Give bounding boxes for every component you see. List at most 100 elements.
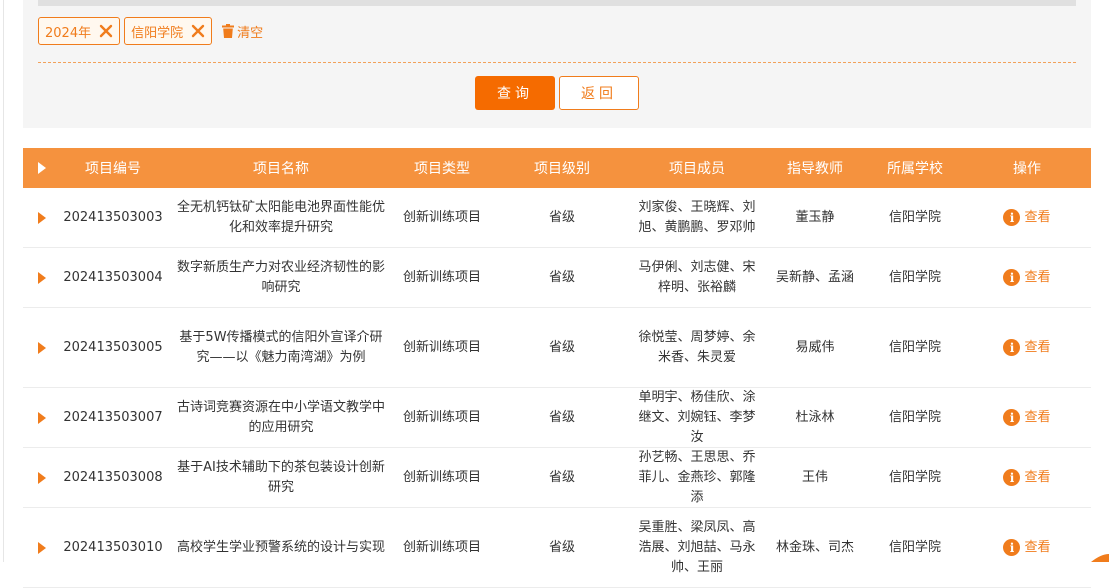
cell-action: i 查看	[963, 388, 1091, 447]
query-button[interactable]: 查询	[475, 76, 555, 110]
cell-project-name: 数字新质生产力对农业经济韧性的影响研究	[176, 259, 385, 295]
cell-action: i 查看	[963, 508, 1091, 587]
caret-right-icon	[38, 411, 46, 424]
view-label: 查看	[1024, 539, 1051, 555]
cell-project-members: 马伊俐、刘志健、宋梓明、张裕麟	[638, 259, 756, 295]
cell-project-id: 202413503010	[63, 539, 163, 555]
caret-right-icon	[38, 162, 46, 174]
search-bar-strip	[38, 0, 1076, 6]
page-left-border	[3, 0, 4, 562]
row-expand[interactable]	[23, 388, 55, 447]
row-expand[interactable]	[23, 308, 55, 387]
row-expand[interactable]	[23, 448, 55, 507]
cell-school: 信阳学院	[888, 269, 941, 285]
cell-project-level: 省级	[548, 339, 575, 355]
project-table: 项目编号 项目名称 项目类型 项目级别 项目成员 指导教师 所属学校 操作 20…	[23, 148, 1091, 588]
view-link[interactable]: i 查看	[1003, 538, 1051, 558]
row-expand[interactable]	[23, 188, 55, 247]
close-icon[interactable]	[189, 22, 207, 40]
cell-project-type: 创新训练项目	[402, 209, 481, 225]
cell-project-level: 省级	[548, 539, 575, 555]
view-label: 查看	[1024, 469, 1051, 485]
cell-action: i 查看	[963, 448, 1091, 507]
cell-project-level: 省级	[548, 269, 575, 285]
cell-school: 信阳学院	[888, 539, 941, 555]
cell-project-name: 高校学生学业预警系统的设计与实现	[176, 539, 385, 555]
clear-label: 清空	[237, 25, 264, 41]
cell-project-level: 省级	[548, 409, 575, 425]
cell-project-level: 省级	[548, 209, 575, 225]
view-link[interactable]: i 查看	[1003, 468, 1051, 488]
row-expand[interactable]	[23, 508, 55, 587]
cell-project-id: 202413503008	[63, 469, 163, 485]
cell-project-name: 基于AI技术辅助下的茶包装设计创新研究	[177, 459, 385, 495]
scroll-corner-decoration	[1091, 554, 1109, 562]
table-row: 202413503005 基于5W传播模式的信阳外宣译介研究——以《魅力南湾湖》…	[23, 308, 1091, 388]
table-row: 202413503007 古诗词竞赛资源在中小学语文教学中的应用研究 创新训练项…	[23, 388, 1091, 448]
view-link[interactable]: i 查看	[1003, 408, 1051, 428]
cell-project-members: 孙艺畅、王思思、乔菲儿、金燕珍、郭隆添	[638, 449, 756, 505]
selected-filters: 2024年 信阳学院 清空	[38, 16, 263, 46]
info-icon: i	[1003, 269, 1021, 286]
filter-tag-label: 信阳学院	[131, 25, 184, 41]
info-icon: i	[1003, 339, 1021, 356]
info-icon: i	[1003, 469, 1021, 486]
header-project-name: 项目名称	[253, 161, 309, 177]
cell-project-type: 创新训练项目	[402, 539, 481, 555]
header-project-type: 项目类型	[414, 161, 470, 177]
cell-school: 信阳学院	[888, 409, 941, 425]
view-link[interactable]: i 查看	[1003, 338, 1051, 358]
info-icon: i	[1003, 539, 1021, 556]
cell-project-members: 刘家俊、王晓辉、刘旭、黄鹏鹏、罗邓帅	[638, 199, 756, 235]
caret-right-icon	[38, 211, 46, 224]
view-link[interactable]: i 查看	[1003, 208, 1051, 228]
cell-advisor: 林金珠、司杰	[775, 539, 854, 555]
row-expand[interactable]	[23, 248, 55, 307]
cell-project-type: 创新训练项目	[402, 339, 481, 355]
close-icon[interactable]	[97, 22, 115, 40]
cell-project-type: 创新训练项目	[402, 409, 481, 425]
cell-project-members: 单明宇、杨佳欣、涂继文、刘婉钰、李梦汝	[638, 389, 756, 445]
cell-project-id: 202413503007	[63, 409, 163, 425]
header-project-members: 项目成员	[669, 161, 725, 177]
cell-advisor: 吴新静、孟涵	[775, 269, 854, 285]
table-row: 202413503004 数字新质生产力对农业经济韧性的影响研究 创新训练项目 …	[23, 248, 1091, 308]
cell-school: 信阳学院	[888, 209, 941, 225]
table-row: 202413503010 高校学生学业预警系统的设计与实现 创新训练项目 省级 …	[23, 508, 1091, 588]
cell-project-level: 省级	[548, 469, 575, 485]
cell-project-members: 徐悦莹、周梦婷、余米香、朱灵爱	[638, 329, 756, 365]
view-label: 查看	[1024, 409, 1051, 425]
cell-school: 信阳学院	[888, 469, 941, 485]
cell-advisor: 董玉静	[795, 209, 835, 225]
view-label: 查看	[1024, 269, 1051, 285]
cell-project-members: 吴重胜、梁凤凤、高浩展、刘旭喆、马永帅、王丽	[638, 519, 756, 575]
cell-project-name: 全无机钙钛矿太阳能电池界面性能优化和效率提升研究	[176, 199, 385, 235]
info-icon: i	[1003, 209, 1021, 226]
cell-project-name: 古诗词竞赛资源在中小学语文教学中的应用研究	[176, 399, 385, 435]
view-label: 查看	[1024, 339, 1051, 355]
cell-project-id: 202413503004	[63, 269, 163, 285]
caret-right-icon	[38, 341, 46, 354]
clear-filters-button[interactable]: 清空	[222, 22, 263, 41]
header-action: 操作	[1013, 161, 1041, 177]
view-label: 查看	[1024, 209, 1051, 225]
cell-school: 信阳学院	[888, 339, 941, 355]
header-project-id: 项目编号	[85, 161, 141, 177]
cell-project-type: 创新训练项目	[402, 269, 481, 285]
cell-project-name: 基于5W传播模式的信阳外宣译介研究——以《魅力南湾湖》为例	[179, 329, 383, 365]
header-project-level: 项目级别	[534, 161, 590, 177]
cell-advisor: 杜泳林	[795, 409, 835, 425]
table-row: 202413503003 全无机钙钛矿太阳能电池界面性能优化和效率提升研究 创新…	[23, 188, 1091, 248]
cell-advisor: 王伟	[801, 469, 828, 485]
table-header: 项目编号 项目名称 项目类型 项目级别 项目成员 指导教师 所属学校 操作	[23, 148, 1091, 188]
info-icon: i	[1003, 409, 1021, 426]
cell-project-id: 202413503003	[63, 209, 163, 225]
view-link[interactable]: i 查看	[1003, 268, 1051, 288]
trash-icon	[222, 24, 235, 38]
header-school: 所属学校	[887, 161, 943, 177]
filter-tag-school[interactable]: 信阳学院	[124, 17, 213, 45]
header-marker	[23, 162, 55, 174]
filter-tag-year[interactable]: 2024年	[38, 17, 121, 45]
cell-action: i 查看	[963, 248, 1091, 307]
back-button[interactable]: 返回	[559, 76, 639, 110]
